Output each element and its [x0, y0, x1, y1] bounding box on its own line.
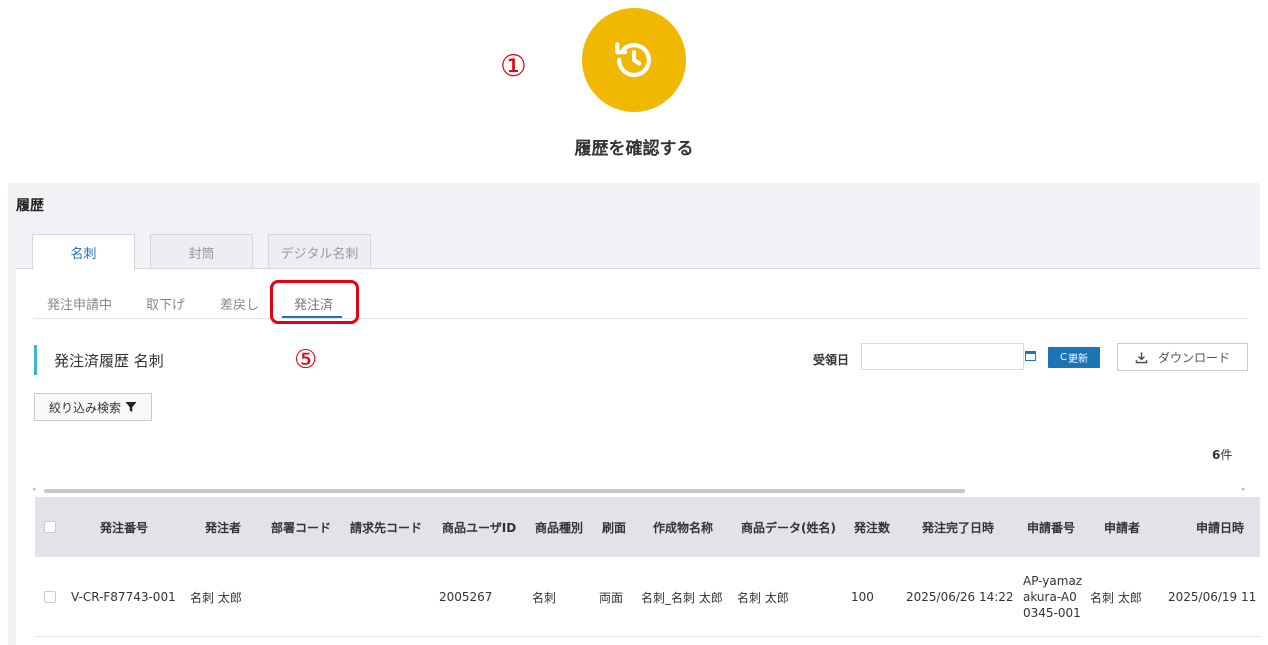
cell-order-number: V-CR-F87743-001: [71, 590, 176, 604]
download-label: ダウンロード: [1157, 350, 1230, 365]
col-applicant[interactable]: 申請者: [1104, 497, 1140, 557]
cell-completed-at: 2025/06/26 14:22: [906, 590, 1014, 604]
cell-applied-at: 2025/06/19 11: [1168, 590, 1257, 604]
result-count: 6件: [1212, 448, 1233, 462]
select-all-checkbox[interactable]: [44, 521, 56, 533]
table-header: 発注番号 発注者 部署コード 請求先コード 商品ユーザID 商品種別 刷面 作成…: [35, 497, 1260, 557]
calendar-icon[interactable]: [1025, 351, 1036, 361]
col-order-number[interactable]: 発注番号: [100, 497, 148, 557]
date-input[interactable]: [861, 343, 1024, 370]
date-label: 受領日: [813, 353, 850, 367]
refresh-label: 更新: [1067, 354, 1088, 365]
history-button[interactable]: [582, 8, 686, 112]
cell-order-qty: 100: [851, 590, 874, 604]
cell-item-name: 名刺_名刺 太郎: [641, 590, 723, 605]
horizontal-scrollbar[interactable]: [44, 489, 965, 493]
col-applied-at[interactable]: 申請日時: [1196, 497, 1244, 557]
section-accent-bar: [34, 345, 37, 375]
row-checkbox[interactable]: [44, 591, 56, 603]
col-item-name[interactable]: 作成物名称: [653, 497, 713, 557]
subtab-withdrawn[interactable]: 取下げ: [146, 294, 185, 313]
refresh-button[interactable]: C 更新: [1048, 347, 1100, 368]
filter-icon: [125, 402, 137, 412]
col-product-user-id[interactable]: 商品ユーザID: [442, 497, 516, 557]
tab-envelope[interactable]: 封筒: [150, 234, 253, 269]
history-caption: 履歴を確認する: [574, 139, 694, 159]
tab-digital-card[interactable]: デジタル名刺: [268, 234, 371, 269]
scroll-right-arrow[interactable]: ▸: [1242, 485, 1246, 493]
download-icon: [1135, 351, 1148, 363]
section-title: 発注済履歴 名刺: [54, 352, 164, 370]
history-panel: 履歴 名刺 封筒 デジタル名刺 発注申請中 取下げ 差戻し 発注済 ⑤ 発注済履…: [8, 183, 1260, 645]
panel-title: 履歴: [16, 198, 44, 214]
table-row[interactable]: V-CR-F87743-001 名刺 太郎 2005267 名刺 両面 名刺_名…: [35, 557, 1260, 637]
col-application-number[interactable]: 申請番号: [1027, 497, 1075, 557]
col-product-type[interactable]: 商品種別: [535, 497, 583, 557]
download-button[interactable]: ダウンロード: [1117, 343, 1248, 371]
cell-print-side: 両面: [599, 590, 624, 605]
subtab-divider: [34, 318, 1248, 319]
col-dept-code[interactable]: 部署コード: [271, 497, 331, 557]
cell-product-type: 名刺: [532, 590, 557, 605]
step-1-marker: ①: [500, 49, 527, 84]
cell-product-data-name: 名刺 太郎: [737, 590, 789, 605]
cell-application-number: AP-yamazakura-A00345-001: [1023, 574, 1083, 620]
col-orderer[interactable]: 発注者: [205, 497, 241, 557]
filter-button[interactable]: 絞り込み検索: [34, 393, 152, 421]
cell-orderer: 名刺 太郎: [190, 590, 242, 605]
col-product-data-name[interactable]: 商品データ(姓名): [741, 497, 836, 557]
scroll-left-arrow[interactable]: ◂: [32, 485, 36, 493]
tab-business-card[interactable]: 名刺: [32, 234, 135, 270]
subtab-returned[interactable]: 差戻し: [220, 294, 259, 313]
history-icon: [615, 42, 651, 77]
col-completed-at[interactable]: 発注完了日時: [922, 497, 994, 557]
cell-applicant: 名刺 太郎: [1090, 590, 1142, 605]
col-order-qty[interactable]: 発注数: [854, 497, 890, 557]
col-print-side[interactable]: 刷面: [602, 497, 626, 557]
cell-product-user-id: 2005267: [439, 590, 493, 604]
content-area: 発注申請中 取下げ 差戻し 発注済 ⑤ 発注済履歴 名刺 受領日 C 更新 ダウ…: [16, 268, 1260, 645]
filter-label: 絞り込み検索: [48, 400, 121, 415]
subtab-pending[interactable]: 発注申請中: [47, 294, 112, 313]
step-5-marker: ⑤: [294, 345, 318, 375]
refresh-icon: C: [1060, 352, 1067, 363]
col-billing-code[interactable]: 請求先コード: [350, 497, 422, 557]
highlight-box: [270, 280, 359, 324]
